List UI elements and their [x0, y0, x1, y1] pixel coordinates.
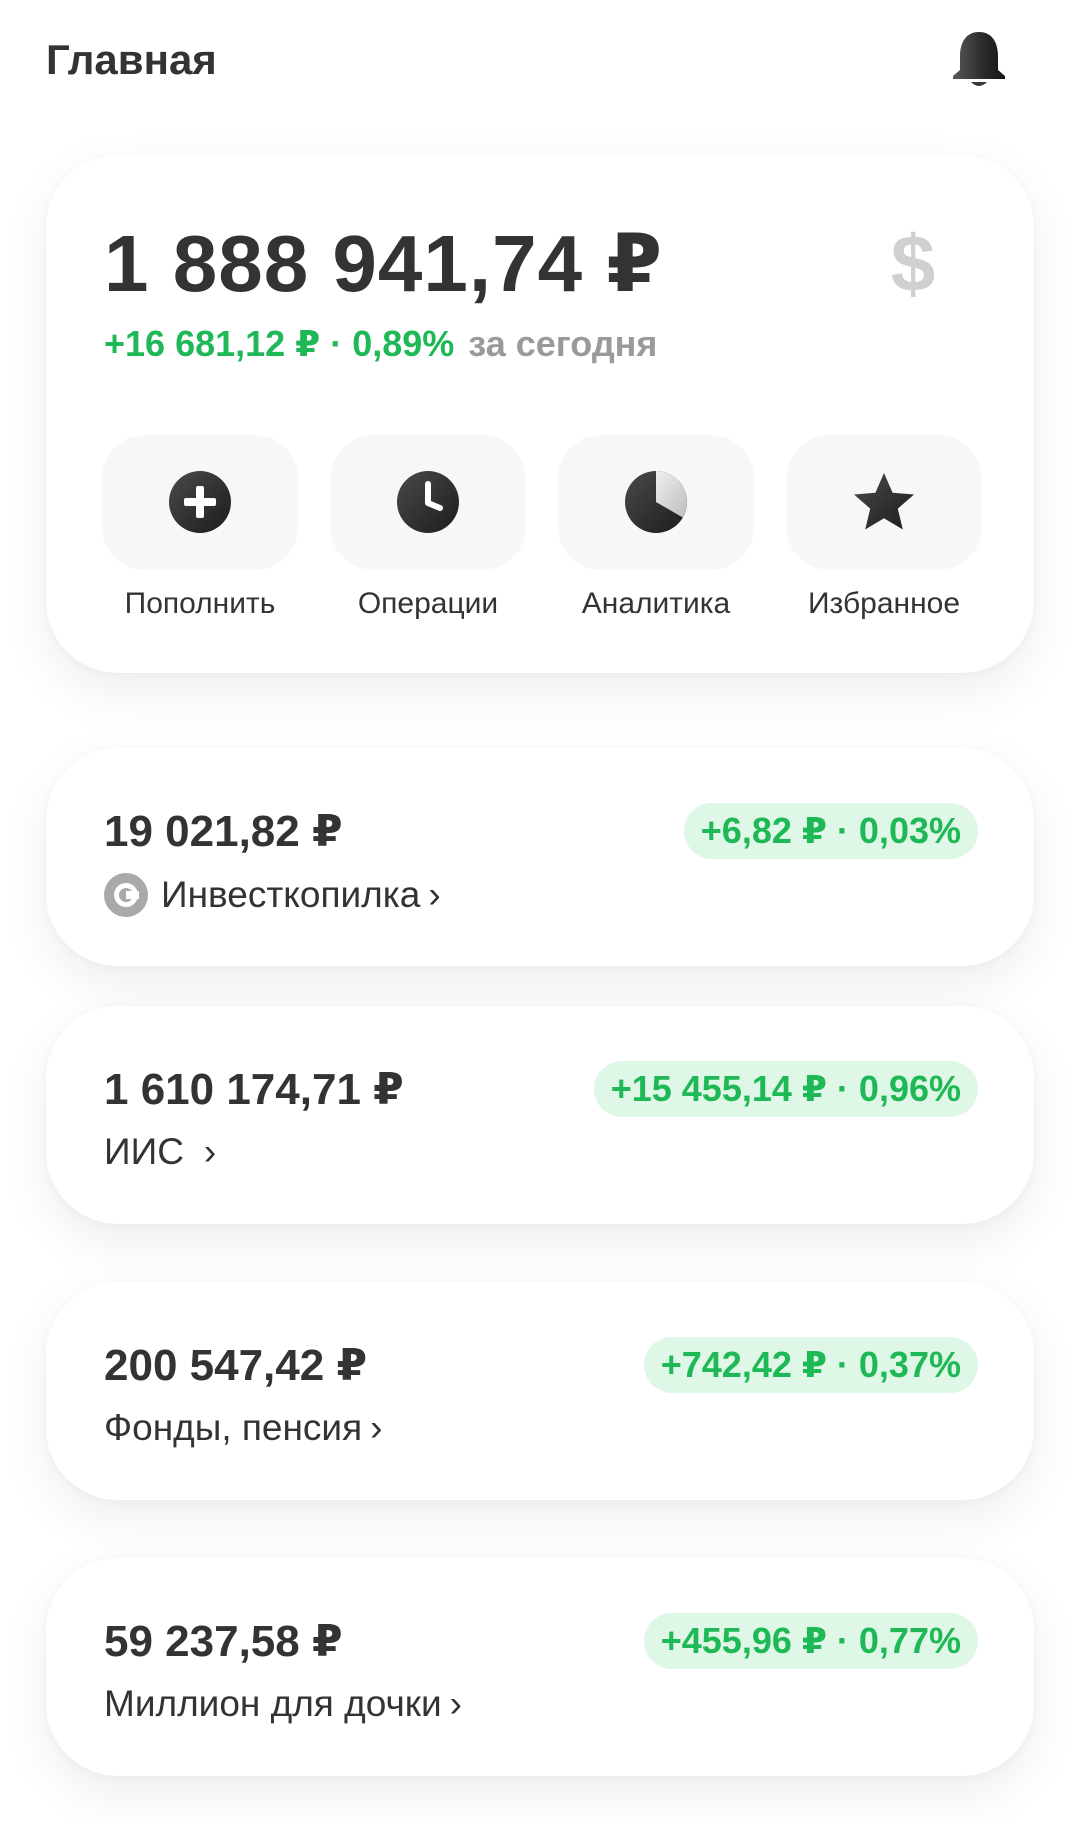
- daily-change-amount: +16 681,12 ₽ · 0,89%: [104, 323, 455, 364]
- account-card-investkopilka[interactable]: 19 021,82 ₽ Инвесткопилка › +6,82 ₽ · 0,0…: [46, 748, 1034, 966]
- account-name: Миллион для дочки ›: [104, 1683, 462, 1725]
- account-amount: 19 021,82 ₽: [104, 807, 343, 856]
- account-amount: 200 547,42 ₽: [104, 1341, 368, 1390]
- bell-icon[interactable]: [949, 28, 1009, 92]
- operations-tile[interactable]: [330, 435, 526, 570]
- account-name: ИИС ›: [104, 1131, 216, 1173]
- account-card-funds-pension[interactable]: 200 547,42 ₽ Фонды, пенсия › +742,42 ₽ · …: [46, 1282, 1034, 1500]
- account-name-label: Миллион для дочки: [104, 1683, 442, 1724]
- clock-icon: [397, 471, 459, 533]
- account-card-iis[interactable]: 1 610 174,71 ₽ ИИС › +15 455,14 ₽ · 0,96%: [46, 1006, 1034, 1224]
- daily-change-period: за сегодня: [468, 323, 658, 364]
- plus-circle-icon: [169, 471, 231, 533]
- top-up-button[interactable]: Пополнить: [102, 435, 298, 625]
- pie-chart-icon: [625, 471, 687, 533]
- quick-actions: Пополнить Операции Аналитика Избранное: [102, 435, 982, 625]
- copilka-logo-icon: [104, 873, 148, 917]
- account-name-label: ИИС: [104, 1131, 184, 1172]
- analytics-label: Аналитика: [581, 587, 731, 620]
- operations-button[interactable]: Операции: [330, 435, 526, 625]
- favorites-tile[interactable]: [786, 435, 982, 570]
- daily-change: +16 681,12 ₽ · 0,89% за сегодня: [104, 323, 657, 365]
- account-change-badge: +455,96 ₽ · 0,77%: [643, 1613, 978, 1669]
- analytics-button[interactable]: Аналитика: [558, 435, 754, 625]
- account-card-million-daughter[interactable]: 59 237,58 ₽ Миллион для дочки › +455,96 ₽…: [46, 1558, 1034, 1776]
- svg-text:$: $: [891, 219, 936, 307]
- account-change-badge: +742,42 ₽ · 0,37%: [643, 1337, 978, 1393]
- portfolio-total: 1 888 941,74 ₽: [104, 219, 663, 308]
- top-up-tile[interactable]: [102, 435, 298, 570]
- account-change-badge: +6,82 ₽ · 0,03%: [683, 803, 978, 859]
- portfolio-summary-card: 1 888 941,74 ₽ $ +16 681,12 ₽ · 0,89% за …: [46, 155, 1034, 673]
- account-name-label: Инвесткопилка: [161, 874, 421, 915]
- account-name: Инвесткопилка ›: [104, 873, 441, 917]
- favorites-label: Избранное: [807, 587, 961, 620]
- chevron-right-icon: ›: [370, 1407, 383, 1448]
- account-amount: 1 610 174,71 ₽: [104, 1065, 404, 1114]
- favorites-button[interactable]: Избранное: [786, 435, 982, 625]
- chevron-right-icon: ›: [428, 874, 441, 915]
- analytics-tile[interactable]: [558, 435, 754, 570]
- chevron-right-icon: ›: [449, 1683, 462, 1724]
- page-title: Главная: [46, 36, 217, 83]
- operations-label: Операции: [357, 587, 499, 620]
- account-amount: 59 237,58 ₽: [104, 1617, 343, 1666]
- star-icon: [854, 473, 914, 530]
- account-name: Фонды, пенсия ›: [104, 1407, 382, 1449]
- account-name-label: Фонды, пенсия: [104, 1407, 363, 1448]
- account-change-badge: +15 455,14 ₽ · 0,96%: [593, 1061, 978, 1117]
- chevron-right-icon: ›: [203, 1131, 217, 1172]
- app-header: Главная: [0, 0, 1080, 125]
- dollar-icon[interactable]: $: [878, 217, 948, 308]
- top-up-label: Пополнить: [124, 587, 276, 620]
